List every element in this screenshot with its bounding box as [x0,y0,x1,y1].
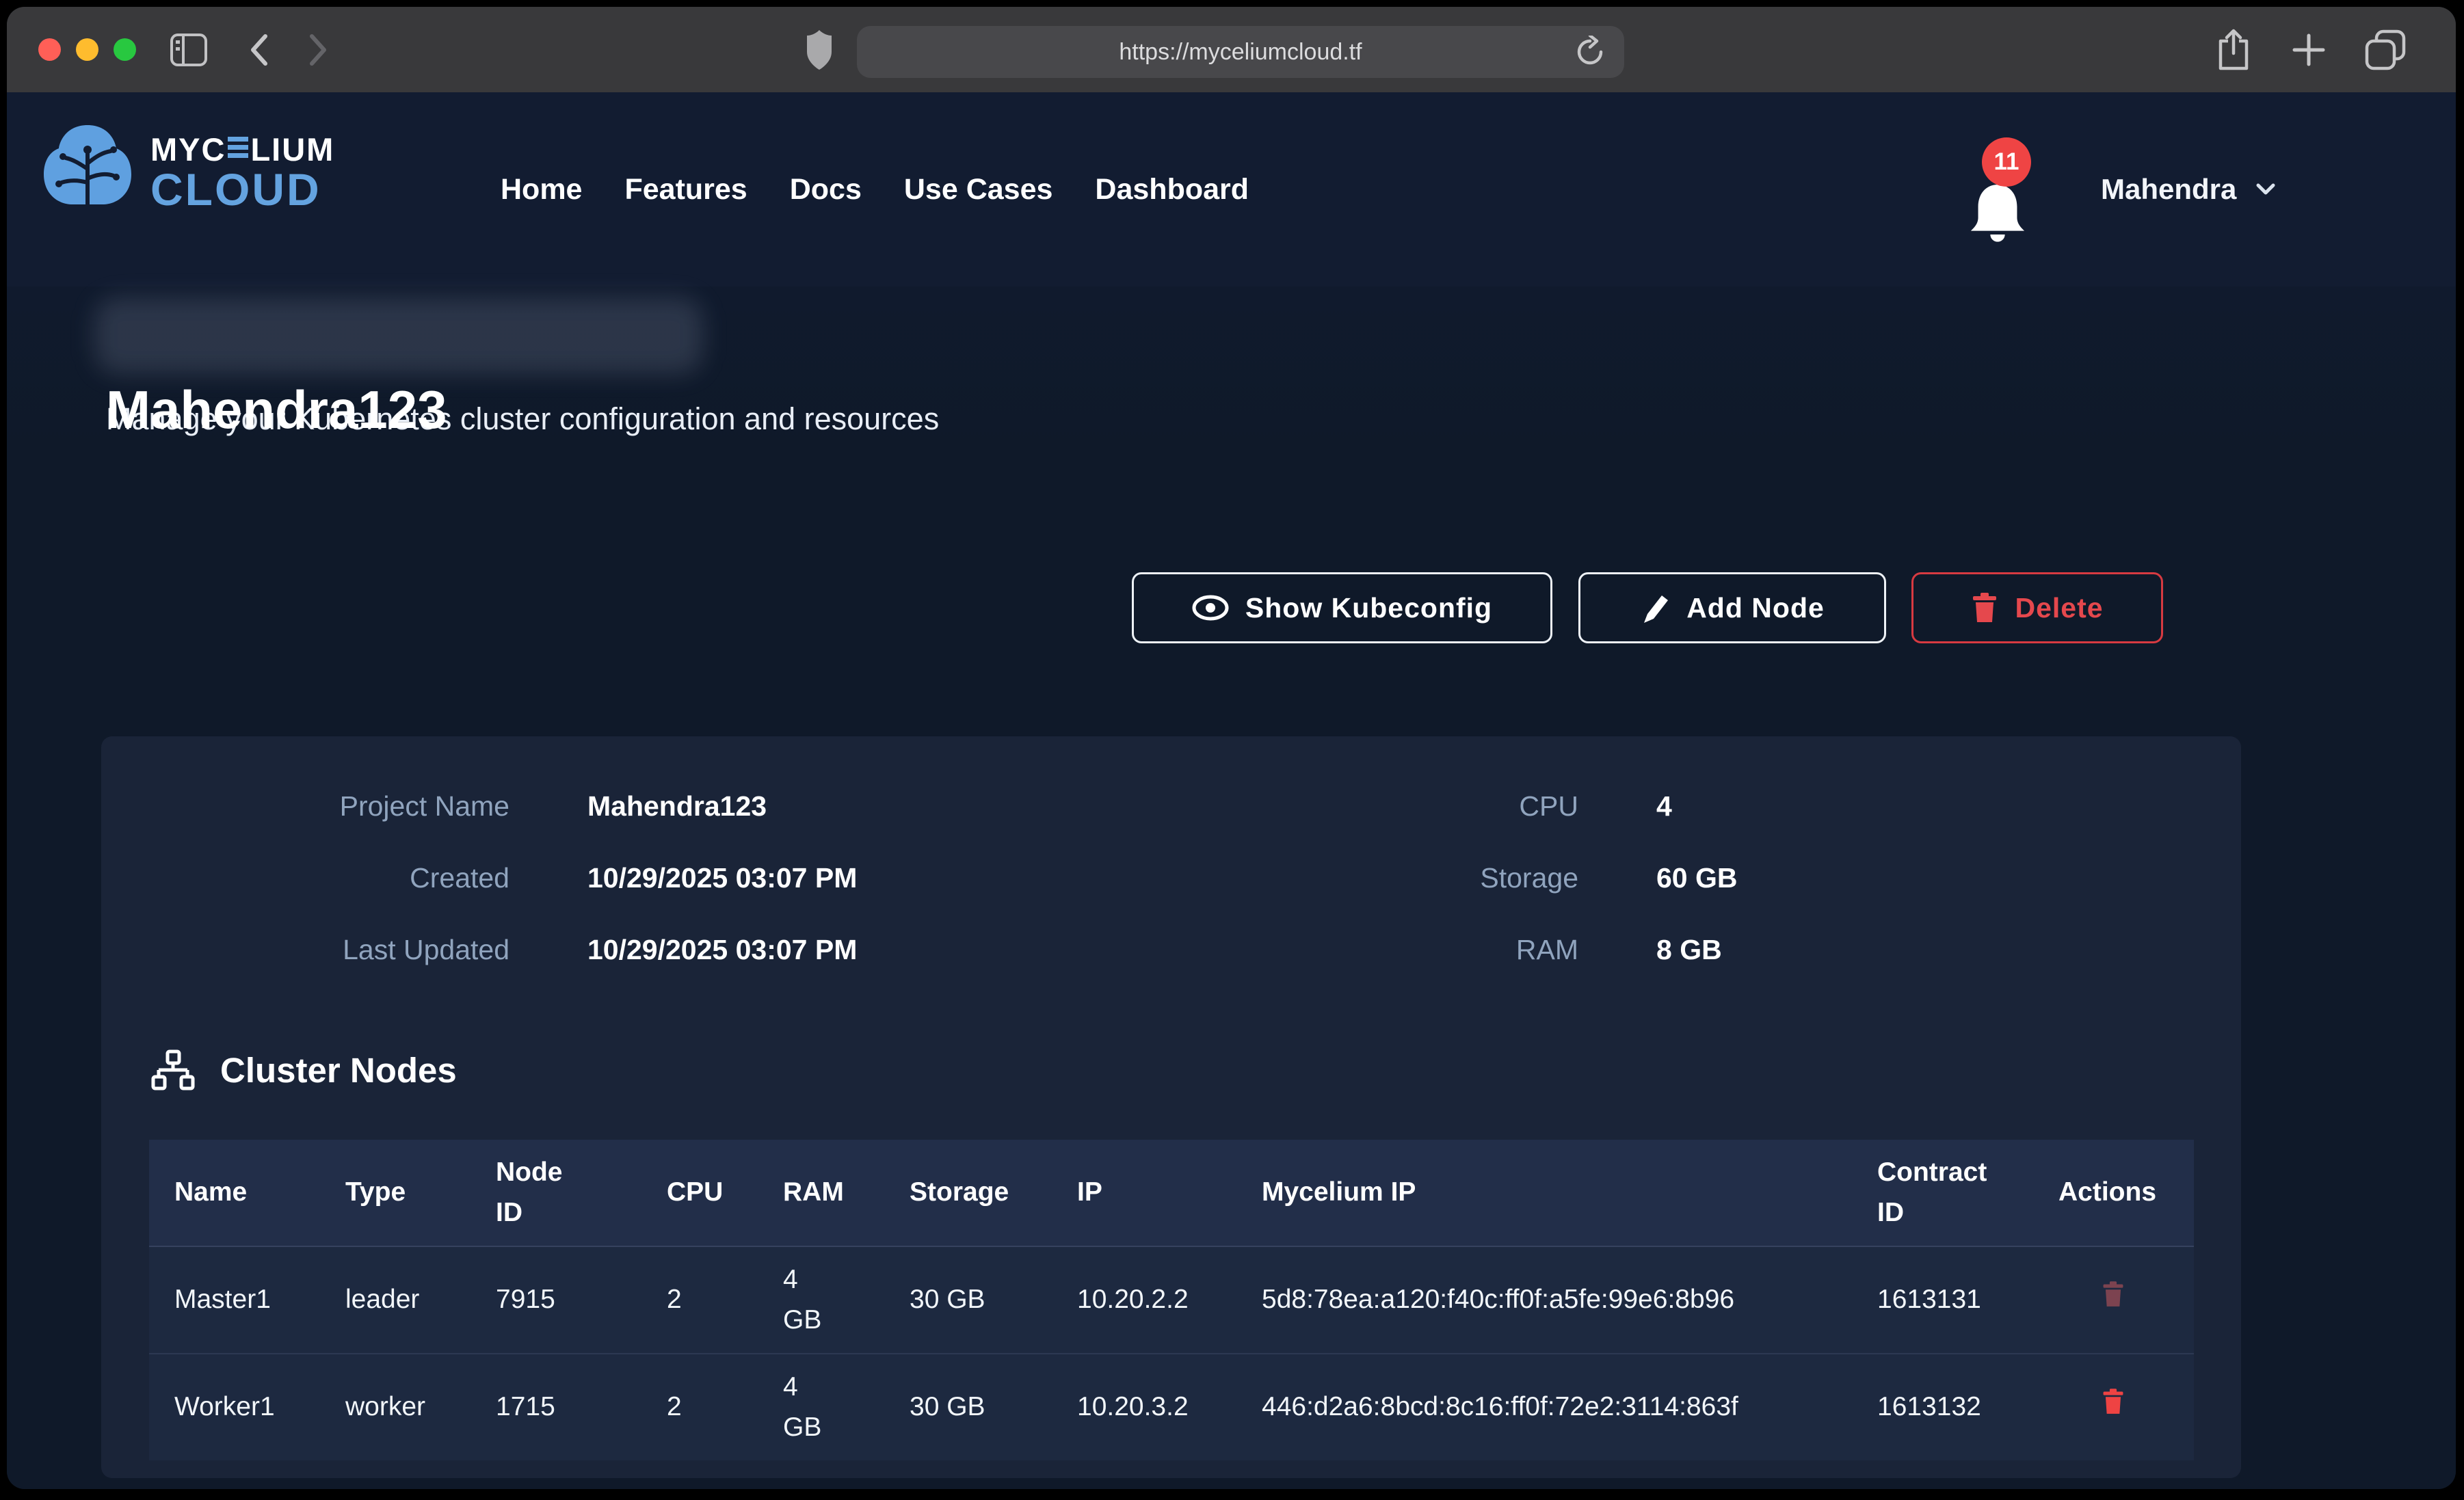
created-label: Created [101,862,509,894]
logo[interactable]: MYCLIUM CLOUD [42,121,334,224]
pencil-icon [1640,591,1670,624]
eye-icon [1192,595,1229,621]
cell-node-id: 1715 [471,1387,641,1428]
cluster-actions: Show Kubeconfig Add Node [7,572,2456,643]
delete-node-button[interactable] [2033,1387,2194,1428]
nav-link-features[interactable]: Features [624,173,747,206]
table-row-master1: Master1 leader 7915 2 4 GB 30 GB 10.20.2… [149,1247,2194,1354]
cell-contract-id: 1613131 [1852,1280,2033,1320]
sidebar-toggle-icon[interactable] [170,7,208,92]
nav-link-docs[interactable]: Docs [790,173,862,206]
notification-badge: 11 [1982,137,2031,187]
project-name-label: Project Name [101,790,509,822]
cluster-nodes-heading: Cluster Nodes [150,1049,457,1090]
cell-type: leader [320,1280,471,1320]
delete-cluster-button[interactable]: Delete [1911,572,2163,643]
storage-label: Storage [1195,862,1578,894]
cluster-info-grid: Project Name Mahendra123 CPU 4 Created 1… [101,771,2241,986]
nav-link-dashboard[interactable]: Dashboard [1095,173,1249,206]
nav-link-use-cases[interactable]: Use Cases [904,173,1053,206]
cluster-info-card: Project Name Mahendra123 CPU 4 Created 1… [101,736,2241,1478]
url-text: https://myceliumcloud.tf [1119,39,1362,66]
browser-toolbar: https://myceliumcloud.tf [7,7,2456,92]
add-node-button[interactable]: Add Node [1578,572,1886,643]
cell-cpu: 2 [641,1280,758,1320]
bell-icon [1968,180,2027,245]
reload-icon[interactable] [1574,36,1606,68]
ram-label: RAM [1195,934,1578,966]
top-navbar: MYCLIUM CLOUD Home Features Docs Use Cas… [7,92,2456,286]
minimize-traffic-icon[interactable] [76,38,98,61]
tabs-icon[interactable] [2364,7,2407,92]
cell-name: Worker1 [149,1387,320,1428]
close-traffic-icon[interactable] [38,38,61,61]
cell-storage: 30 GB [884,1387,1052,1428]
traffic-lights [38,38,136,61]
logo-mark [42,121,133,224]
new-tab-icon[interactable] [2292,7,2326,92]
col-mycelium-ip: Mycelium IP [1236,1173,1852,1213]
created-value: 10/29/2025 03:07 PM [509,862,1195,894]
cluster-nodes-table: Name Type Node ID CPU RAM Storage IP Myc… [149,1140,2194,1460]
cell-node-id: 7915 [471,1280,641,1320]
browser-window: https://myceliumcloud.tf [7,7,2456,1489]
last-updated-value: 10/29/2025 03:07 PM [509,934,1195,966]
logo-e-glyph [228,137,248,161]
logo-text: MYCLIUM CLOUD [150,133,334,212]
logo-line1: MYCLIUM [150,133,334,165]
cell-ip: 10.20.3.2 [1052,1387,1236,1428]
cell-ram: 4 GB [758,1367,884,1447]
forward-icon[interactable] [306,7,330,92]
col-node-id: Node ID [471,1153,641,1233]
page-title: Mahendra123 [106,379,447,441]
notifications-button[interactable]: 11 [1968,180,2043,255]
chevron-down-icon [2255,183,2276,196]
logo-line2: CLOUD [150,167,334,212]
show-kubeconfig-button[interactable]: Show Kubeconfig [1132,572,1552,643]
table-row-worker1: Worker1 worker 1715 2 4 GB 30 GB 10.20.3… [149,1354,2194,1460]
trash-icon [2102,1280,2125,1309]
cell-type: worker [320,1387,471,1428]
user-menu[interactable]: Mahendra [2101,92,2276,286]
cluster-nodes-icon [150,1049,196,1090]
ram-value: 8 GB [1578,934,2241,966]
col-cpu: CPU [641,1173,758,1213]
storage-value: 60 GB [1578,862,2241,894]
col-ip: IP [1052,1173,1236,1213]
col-contract-id: Contract ID [1852,1153,2033,1233]
table-header-row: Name Type Node ID CPU RAM Storage IP Myc… [149,1140,2194,1247]
cell-contract-id: 1613132 [1852,1387,2033,1428]
cell-mycelium-ip: 446:d2a6:8bcd:8c16:ff0f:72e2:3114:863f [1236,1387,1852,1428]
nav-link-home[interactable]: Home [501,173,582,206]
address-bar[interactable]: https://myceliumcloud.tf [857,26,1624,78]
col-storage: Storage [884,1173,1052,1213]
col-name: Name [149,1173,320,1213]
trash-icon [2102,1387,2125,1416]
cell-ip: 10.20.2.2 [1052,1280,1236,1320]
col-type: Type [320,1173,471,1213]
cpu-value: 4 [1578,790,2241,822]
cell-storage: 30 GB [884,1280,1052,1320]
cell-mycelium-ip: 5d8:78ea:a120:f40c:ff0f:a5fe:99e6:8b96 [1236,1280,1852,1320]
page-content: Mahendra123 Manage your Kubernetes clust… [7,92,2456,1489]
trash-icon [1971,592,1998,624]
zoom-traffic-icon[interactable] [114,38,136,61]
cluster-nodes-title: Cluster Nodes [220,1050,457,1090]
nav-links: Home Features Docs Use Cases Dashboard [501,92,1249,286]
col-actions: Actions [2033,1173,2194,1213]
shield-icon[interactable] [806,7,833,92]
last-updated-label: Last Updated [101,934,509,966]
cell-cpu: 2 [641,1387,758,1428]
cell-ram: 4 GB [758,1260,884,1340]
cpu-label: CPU [1195,790,1578,822]
cell-name: Master1 [149,1280,320,1320]
share-icon[interactable] [2216,7,2251,92]
col-ram: RAM [758,1173,884,1213]
blurred-redaction [94,297,703,374]
project-name-value: Mahendra123 [509,790,1195,822]
delete-node-button[interactable] [2033,1280,2194,1321]
back-icon[interactable] [248,7,271,92]
user-name: Mahendra [2101,173,2236,206]
